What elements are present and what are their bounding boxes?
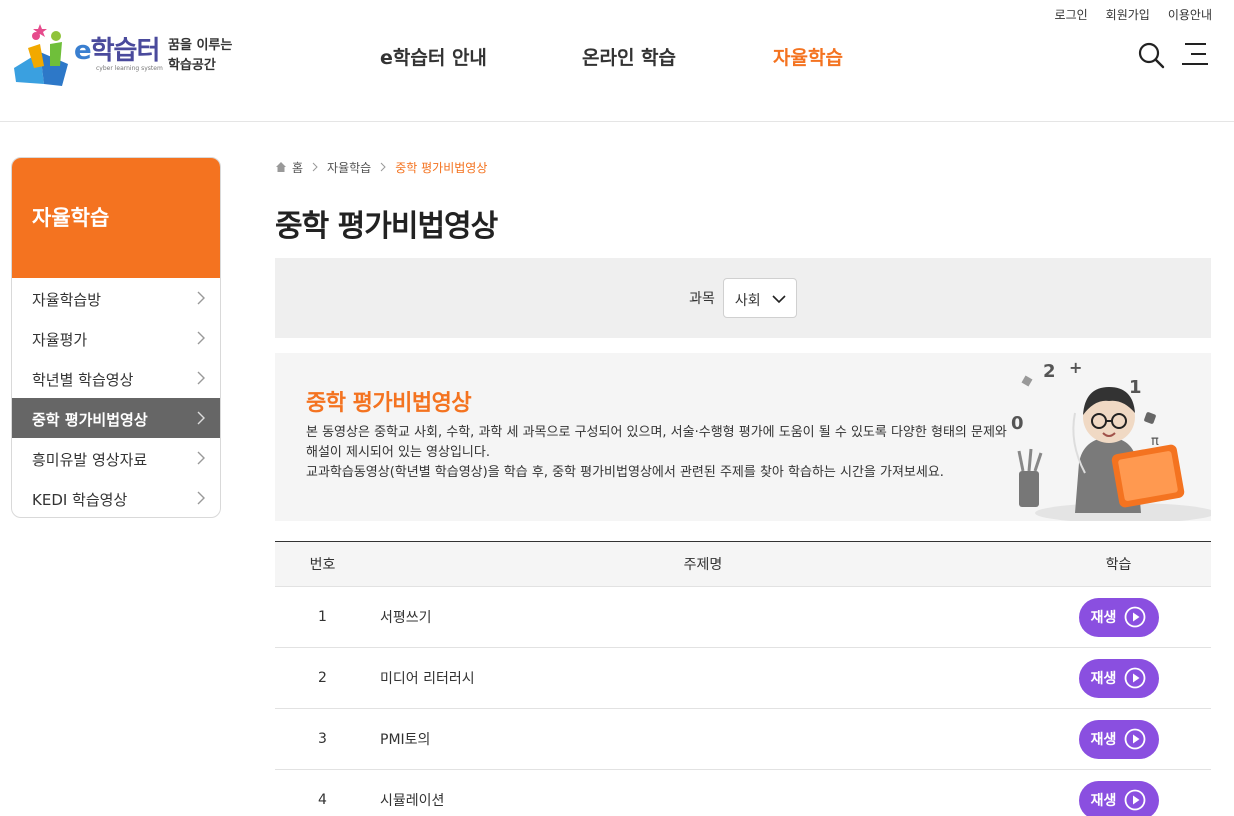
subject-select[interactable]: 사회 bbox=[722, 278, 797, 318]
site-header: 로그인 회원가입 이용안내 e학습터 cyber learning system… bbox=[0, 0, 1234, 122]
sidebar-menu: 자율학습방 자율평가 학년별 학습영상 중학 평가비법영상 흥미유발 영상자료 … bbox=[12, 278, 220, 517]
intro-desc-line-1: 본 동영상은 중학교 사회, 수학, 과학 세 과목으로 구성되어 있으며, 서… bbox=[306, 425, 1007, 460]
play-circle-icon bbox=[1124, 789, 1146, 811]
chevron-right-icon bbox=[197, 411, 205, 425]
play-circle-icon bbox=[1124, 606, 1146, 628]
table-row: 4 시뮬레이션 재생 bbox=[275, 769, 1211, 816]
guide-link[interactable]: 이용안내 bbox=[1168, 6, 1212, 23]
row-title: 서평쓰기 bbox=[380, 610, 432, 626]
logo-subtitle: cyber learning system bbox=[96, 65, 163, 72]
header-study: 학습 bbox=[1105, 557, 1132, 573]
intro-banner: 중학 평가비법영상 본 동영상은 중학교 사회, 수학, 과학 세 과목으로 구… bbox=[275, 353, 1211, 521]
search-button[interactable] bbox=[1136, 40, 1166, 70]
row-number: 1 bbox=[318, 609, 327, 625]
play-button-label: 재생 bbox=[1090, 732, 1117, 748]
play-button[interactable]: 재생 bbox=[1078, 719, 1159, 759]
row-title: 시뮬레이션 bbox=[380, 793, 445, 810]
logo-figure-icon bbox=[14, 24, 68, 86]
table-row: 2 미디어 리터러시 재생 bbox=[275, 647, 1211, 709]
all-menu-button[interactable] bbox=[1180, 40, 1210, 70]
play-button-label: 재생 bbox=[1090, 671, 1117, 687]
subject-select-value: 사회 bbox=[734, 293, 761, 309]
login-link[interactable]: 로그인 bbox=[1055, 6, 1088, 23]
intro-title: 중학 평가비법영상 bbox=[306, 391, 472, 416]
search-icon bbox=[1138, 42, 1165, 69]
sidebar-item-self-assessment[interactable]: 자율평가 bbox=[12, 318, 220, 358]
breadcrumb-home[interactable]: 홈 bbox=[292, 159, 303, 176]
play-button[interactable]: 재생 bbox=[1078, 658, 1159, 698]
row-title: PMI토의 bbox=[380, 732, 431, 748]
site-logo[interactable]: e학습터 cyber learning system 꿈을 이루는 학습공간 bbox=[10, 22, 240, 88]
chevron-right-icon bbox=[312, 162, 318, 172]
sidebar-item-label: 자율학습방 bbox=[32, 291, 102, 309]
sidebar-item-label: 학년별 학습영상 bbox=[32, 371, 134, 389]
svg-text:+: + bbox=[1069, 358, 1082, 377]
breadcrumb-current: 중학 평가비법영상 bbox=[395, 160, 488, 175]
table-header-row: 번호 주제명 학습 bbox=[275, 541, 1211, 587]
sidebar-item-middle-eval-videos[interactable]: 중학 평가비법영상 bbox=[12, 398, 220, 438]
hamburger-icon bbox=[1182, 43, 1208, 65]
svg-text:π: π bbox=[1151, 434, 1159, 449]
chevron-down-icon bbox=[772, 295, 786, 304]
sidebar: 자율학습 자율학습방 자율평가 학년별 학습영상 중학 평가비법영상 흥미유발 … bbox=[11, 157, 221, 518]
utility-links: 로그인 회원가입 이용안내 bbox=[1055, 6, 1212, 23]
main-content: 홈 자율학습 중학 평가비법영상 중학 평가비법영상 과목 사회 중학 평가비법… bbox=[275, 157, 1211, 816]
row-number: 2 bbox=[318, 670, 327, 686]
nav-self-learning[interactable]: 자율학습 bbox=[773, 43, 843, 70]
subject-filter-label: 과목 bbox=[689, 291, 715, 307]
play-button-label: 재생 bbox=[1090, 793, 1117, 810]
sidebar-title: 자율학습 bbox=[12, 158, 220, 278]
intro-description: 본 동영상은 중학교 사회, 수학, 과학 세 과목으로 구성되어 있으며, 서… bbox=[306, 423, 1022, 483]
sidebar-item-kedi-videos[interactable]: KEDI 학습영상 bbox=[12, 478, 220, 517]
chevron-right-icon bbox=[197, 491, 205, 505]
table-row: 1 서평쓰기 재생 bbox=[275, 586, 1211, 648]
subject-filter: 과목 사회 bbox=[275, 258, 1211, 338]
video-list-table: 번호 주제명 학습 1 서평쓰기 재생 2 미디어 리터러시 재생 3 PMI토… bbox=[275, 541, 1211, 816]
row-title: 미디어 리터러시 bbox=[380, 671, 475, 687]
page-title: 중학 평가비법영상 bbox=[275, 209, 498, 244]
breadcrumb: 홈 자율학습 중학 평가비법영상 bbox=[275, 157, 1211, 177]
student-tablet-illustration: 2 + 1 0 π bbox=[1011, 358, 1211, 521]
signup-link[interactable]: 회원가입 bbox=[1106, 6, 1150, 23]
logo-slogan-2: 학습공간 bbox=[168, 58, 216, 73]
chevron-right-icon bbox=[197, 451, 205, 465]
sidebar-item-label: 자율평가 bbox=[32, 331, 88, 349]
play-circle-icon bbox=[1124, 728, 1146, 750]
header-topic: 주제명 bbox=[683, 557, 723, 573]
breadcrumb-level1[interactable]: 자율학습 bbox=[327, 159, 371, 176]
svg-text:2: 2 bbox=[1043, 361, 1056, 382]
header-number: 번호 bbox=[309, 557, 336, 573]
row-number: 4 bbox=[318, 792, 327, 809]
sidebar-item-interest-videos[interactable]: 흥미유발 영상자료 bbox=[12, 438, 220, 478]
sidebar-item-label: 중학 평가비법영상 bbox=[32, 411, 148, 429]
svg-text:1: 1 bbox=[1129, 377, 1142, 398]
sidebar-item-label: KEDI 학습영상 bbox=[32, 491, 128, 509]
logo-slogan-1: 꿈을 이루는 bbox=[168, 38, 233, 53]
table-row: 3 PMI토의 재생 bbox=[275, 708, 1211, 770]
chevron-right-icon bbox=[380, 162, 386, 172]
logo-brand: e학습터 bbox=[74, 36, 160, 66]
row-number: 3 bbox=[318, 731, 327, 747]
svg-text:0: 0 bbox=[1011, 413, 1024, 434]
nav-online-learning[interactable]: 온라인 학습 bbox=[582, 43, 676, 70]
sidebar-item-label: 흥미유발 영상자료 bbox=[32, 451, 148, 469]
chevron-right-icon bbox=[197, 291, 205, 305]
nav-elearning-guide[interactable]: e학습터 안내 bbox=[380, 43, 487, 70]
chevron-right-icon bbox=[197, 331, 205, 345]
intro-desc-line-2: 교과학습동영상(학년별 학습영상)을 학습 후, 중학 평가비법영상에서 관련된… bbox=[306, 465, 944, 480]
play-circle-icon bbox=[1124, 667, 1146, 689]
sidebar-item-self-study-room[interactable]: 자율학습방 bbox=[12, 278, 220, 318]
chevron-right-icon bbox=[197, 371, 205, 385]
play-button[interactable]: 재생 bbox=[1078, 780, 1159, 816]
sidebar-item-grade-videos[interactable]: 학년별 학습영상 bbox=[12, 358, 220, 398]
play-button[interactable]: 재생 bbox=[1078, 597, 1159, 637]
play-button-label: 재생 bbox=[1090, 610, 1117, 626]
home-icon bbox=[276, 162, 286, 172]
